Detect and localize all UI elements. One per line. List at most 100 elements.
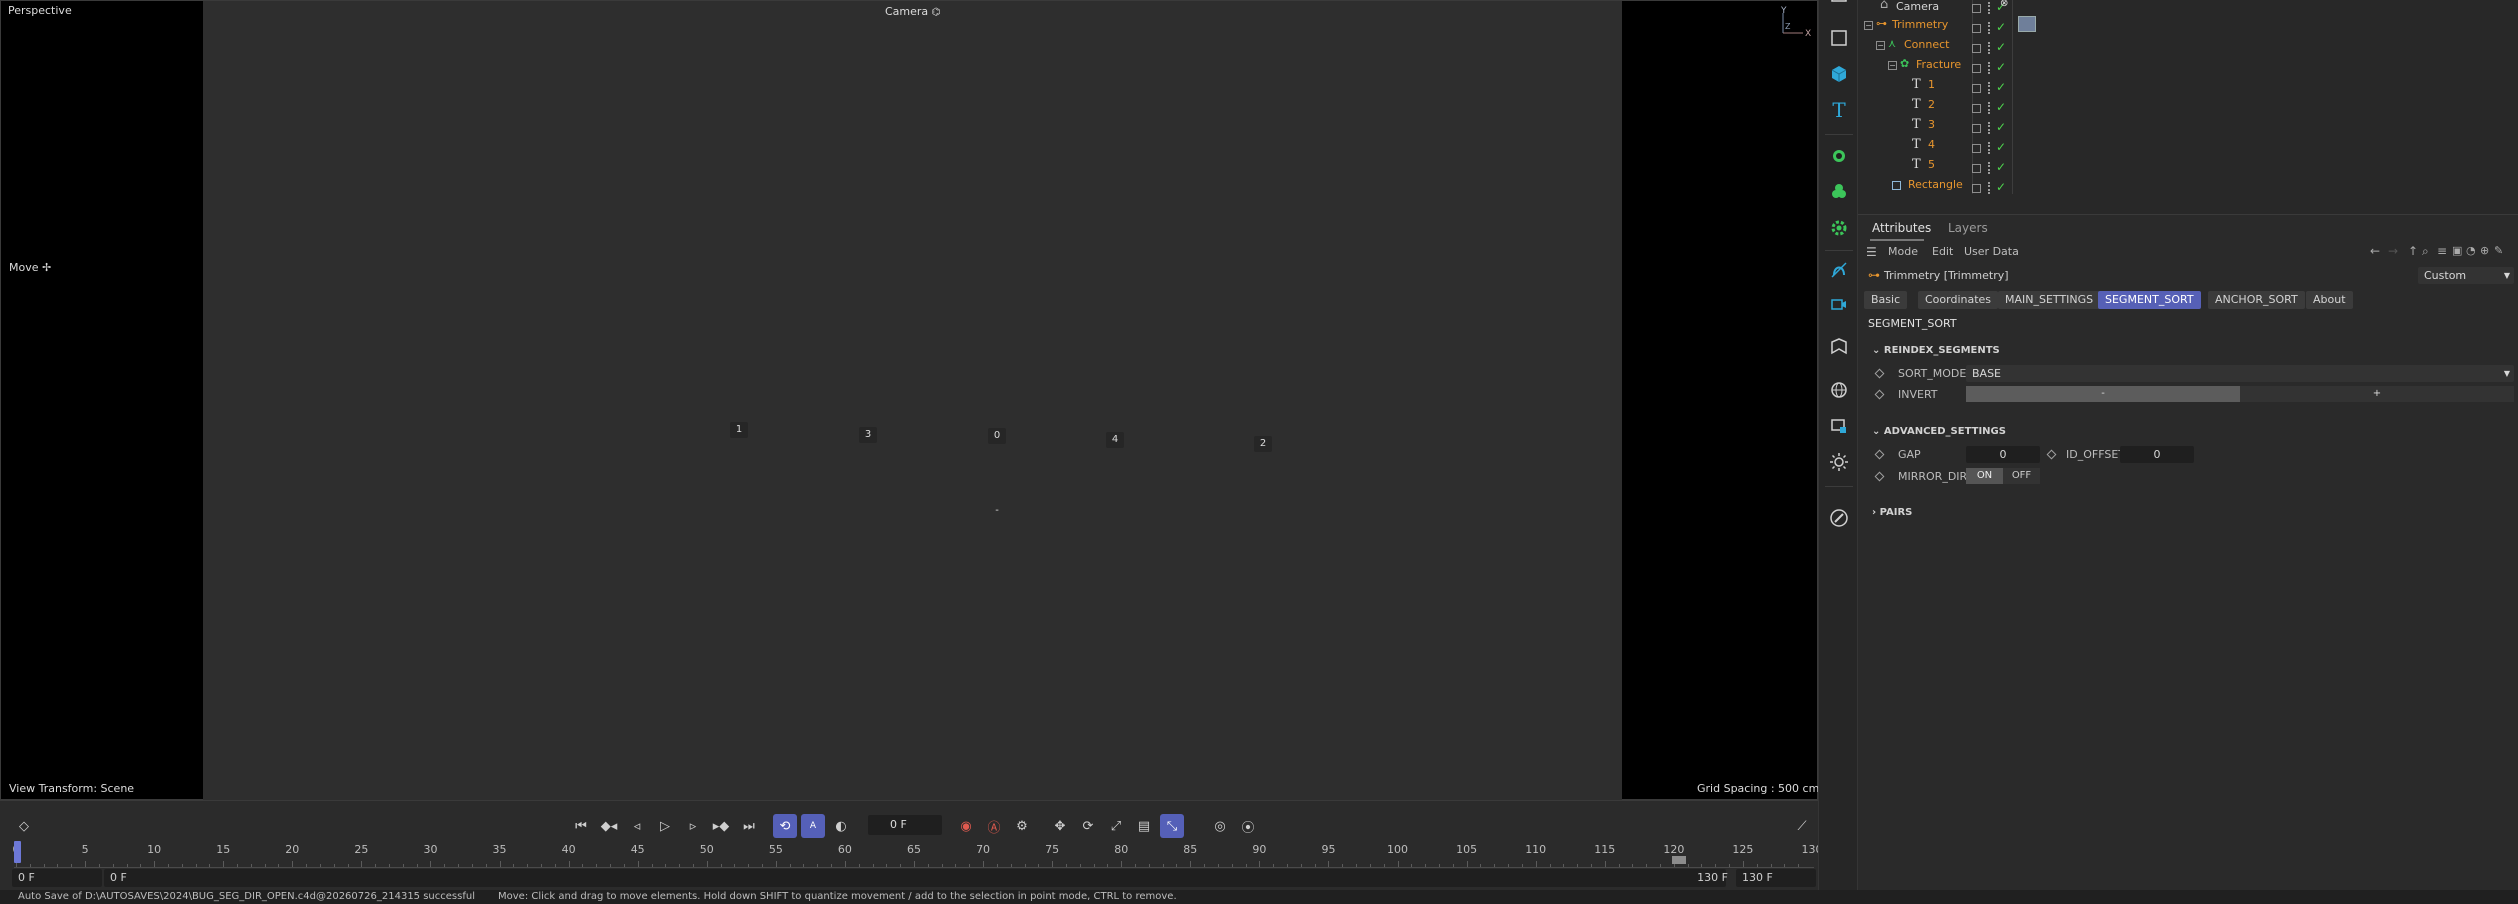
- hamburger-menu-icon[interactable]: ☰: [1866, 245, 1877, 259]
- enabled-check-icon[interactable]: ✓: [1996, 20, 2006, 34]
- mograph-effector-icon[interactable]: [1827, 180, 1851, 204]
- tag-thumbnail-icon[interactable]: [2018, 16, 2036, 32]
- keyframe-diamond-icon[interactable]: [1874, 471, 1885, 482]
- object-row-text-2[interactable]: T 2: [1858, 96, 2518, 116]
- autokey-button[interactable]: Ⓐ: [982, 814, 1006, 838]
- tab-layers[interactable]: Layers: [1948, 221, 1988, 235]
- enabled-check-icon[interactable]: ✓: [1996, 60, 2006, 74]
- layer-flag-box[interactable]: [1972, 64, 1981, 73]
- motion-clip-icon[interactable]: ⦿: [1236, 814, 1260, 838]
- layer-flag-box[interactable]: [1972, 44, 1981, 53]
- keyframe-diamond-icon[interactable]: [1874, 389, 1885, 400]
- menu-user-data[interactable]: User Data: [1964, 245, 2019, 258]
- sort-mode-dropdown[interactable]: BASE ▼: [1966, 365, 2514, 382]
- lock-icon[interactable]: ▣: [2452, 244, 2462, 257]
- mograph-cloner-icon[interactable]: [1827, 144, 1851, 168]
- mirror-off-segment[interactable]: OFF: [2003, 468, 2040, 484]
- object-row-trimmetry[interactable]: − ⊶ Trimmetry: [1858, 16, 2518, 36]
- object-name[interactable]: 3: [1928, 118, 1935, 131]
- enabled-check-icon[interactable]: ✓: [1996, 140, 2006, 154]
- fps-button[interactable]: A: [801, 814, 825, 838]
- sound-button[interactable]: ◐: [829, 814, 853, 838]
- layer-flag-box[interactable]: [1972, 104, 1981, 113]
- enabled-check-icon[interactable]: ✓: [1996, 160, 2006, 174]
- view-name[interactable]: Perspective: [8, 4, 72, 17]
- invert-toggle[interactable]: - +: [1966, 386, 2514, 402]
- enabled-check-icon[interactable]: ✓: [1996, 100, 2006, 114]
- camera-tag-icon[interactable]: ⊗: [2000, 0, 2008, 9]
- object-row-text-3[interactable]: T 3: [1858, 116, 2518, 136]
- previous-key-button[interactable]: ◆◂: [597, 814, 621, 838]
- preset-dropdown[interactable]: Custom ▼: [2418, 267, 2514, 284]
- object-name[interactable]: 2: [1928, 98, 1935, 111]
- text-tool-icon[interactable]: T: [1827, 98, 1851, 122]
- group-advanced-header[interactable]: ⌄ ADVANCED_SETTINGS: [1872, 426, 2006, 437]
- object-row-fracture[interactable]: − ✿ Fracture: [1858, 56, 2518, 76]
- fold-toggle-icon[interactable]: −: [1888, 61, 1897, 70]
- page-tab-about[interactable]: About: [2306, 291, 2353, 309]
- up-arrow-icon[interactable]: ↑: [2408, 244, 2418, 258]
- range-preview-start-field[interactable]: 0 F: [104, 869, 1726, 887]
- light-icon[interactable]: [1827, 450, 1851, 474]
- play-button[interactable]: ▷: [653, 814, 677, 838]
- object-row-camera[interactable]: ⌂ Camera: [1858, 0, 2518, 16]
- visibility-dots-icon[interactable]: [1988, 142, 1992, 154]
- keyframe-diamond-button[interactable]: ◇: [12, 814, 36, 838]
- scene-icon[interactable]: [1827, 414, 1851, 438]
- object-name[interactable]: Camera: [1896, 0, 1939, 13]
- layer-flag-box[interactable]: [1972, 84, 1981, 93]
- layer-flag-box[interactable]: [1972, 164, 1981, 173]
- playhead-handle[interactable]: [14, 841, 21, 863]
- visibility-dots-icon[interactable]: [1988, 62, 1992, 74]
- invert-minus-segment[interactable]: -: [1966, 386, 2240, 402]
- edit-icon[interactable]: ✎: [2494, 244, 2503, 257]
- layer-flag-box[interactable]: [1972, 184, 1981, 193]
- palette-top-icon[interactable]: [1827, 0, 1851, 12]
- object-name[interactable]: 4: [1928, 138, 1935, 151]
- menu-edit[interactable]: Edit: [1932, 245, 1953, 258]
- fold-toggle-icon[interactable]: −: [1876, 41, 1885, 50]
- camera-object-icon[interactable]: [1827, 292, 1851, 316]
- key-point-level-icon[interactable]: ⤡: [1160, 814, 1184, 838]
- layer-flag-box[interactable]: [1972, 124, 1981, 133]
- visibility-dots-icon[interactable]: [1988, 162, 1992, 174]
- group-pairs-header[interactable]: › PAIRS: [1872, 507, 1912, 518]
- enabled-check-icon[interactable]: ✓: [1996, 120, 2006, 134]
- cube-icon[interactable]: [1827, 62, 1851, 86]
- group-reindex-header[interactable]: ⌄ REINDEX_SEGMENTS: [1872, 345, 2000, 356]
- timeline-graph-icon[interactable]: ⟋: [1790, 814, 1814, 838]
- tab-attributes[interactable]: Attributes: [1872, 221, 1931, 235]
- range-preview-end-field[interactable]: 130 F: [1690, 869, 1734, 887]
- settings-circle-icon[interactable]: ◔: [2466, 244, 2476, 257]
- gear-icon[interactable]: [1827, 216, 1851, 240]
- page-tab-basic[interactable]: Basic: [1864, 291, 1908, 309]
- object-row-text-4[interactable]: T 4: [1858, 136, 2518, 156]
- keyframe-diamond-icon[interactable]: [2046, 449, 2057, 460]
- object-name[interactable]: Connect: [1904, 38, 1949, 51]
- enabled-check-icon[interactable]: ✓: [1996, 40, 2006, 54]
- page-tab-anchor-sort[interactable]: ANCHOR_SORT: [2208, 291, 2305, 309]
- visibility-dots-icon[interactable]: [1988, 42, 1992, 54]
- motion-record-icon[interactable]: ◎: [1208, 814, 1232, 838]
- new-manager-icon[interactable]: ⊕: [2480, 244, 2489, 257]
- visibility-dots-icon[interactable]: [1988, 82, 1992, 94]
- next-key-button[interactable]: ▸◆: [709, 814, 733, 838]
- timeline[interactable]: ◇ ⏮ ◆◂ ◃ ▷ ▹ ▸◆ ⏭ ⟲ A ◐ 0 F ◉ Ⓐ ⚙ ✥ ⟳ ⤢ …: [0, 800, 1823, 890]
- key-scale-icon[interactable]: ⤢: [1104, 814, 1128, 838]
- object-name[interactable]: 1: [1928, 78, 1935, 91]
- range-start-field[interactable]: 0 F: [12, 869, 102, 887]
- visibility-dots-icon[interactable]: [1988, 102, 1992, 114]
- loop-button[interactable]: ⟲: [773, 814, 797, 838]
- attribute-manager[interactable]: Attributes Layers ☰ Mode Edit User Data …: [1858, 214, 2518, 890]
- visibility-dots-icon[interactable]: [1988, 2, 1992, 14]
- key-parameter-icon[interactable]: ▤: [1132, 814, 1156, 838]
- layer-flag-box[interactable]: [1972, 24, 1981, 33]
- rectangle-spline-icon[interactable]: [1827, 26, 1851, 50]
- page-tab-main-settings[interactable]: MAIN_SETTINGS: [1998, 291, 2101, 309]
- visibility-dots-icon[interactable]: [1988, 122, 1992, 134]
- layer-flag-box[interactable]: [1972, 144, 1981, 153]
- id-offset-field[interactable]: 0: [2120, 446, 2194, 463]
- search-icon[interactable]: ⌕: [2422, 244, 2429, 259]
- object-row-connect[interactable]: − ⋏ Connect: [1858, 36, 2518, 56]
- range-end-field[interactable]: 130 F: [1736, 869, 1816, 887]
